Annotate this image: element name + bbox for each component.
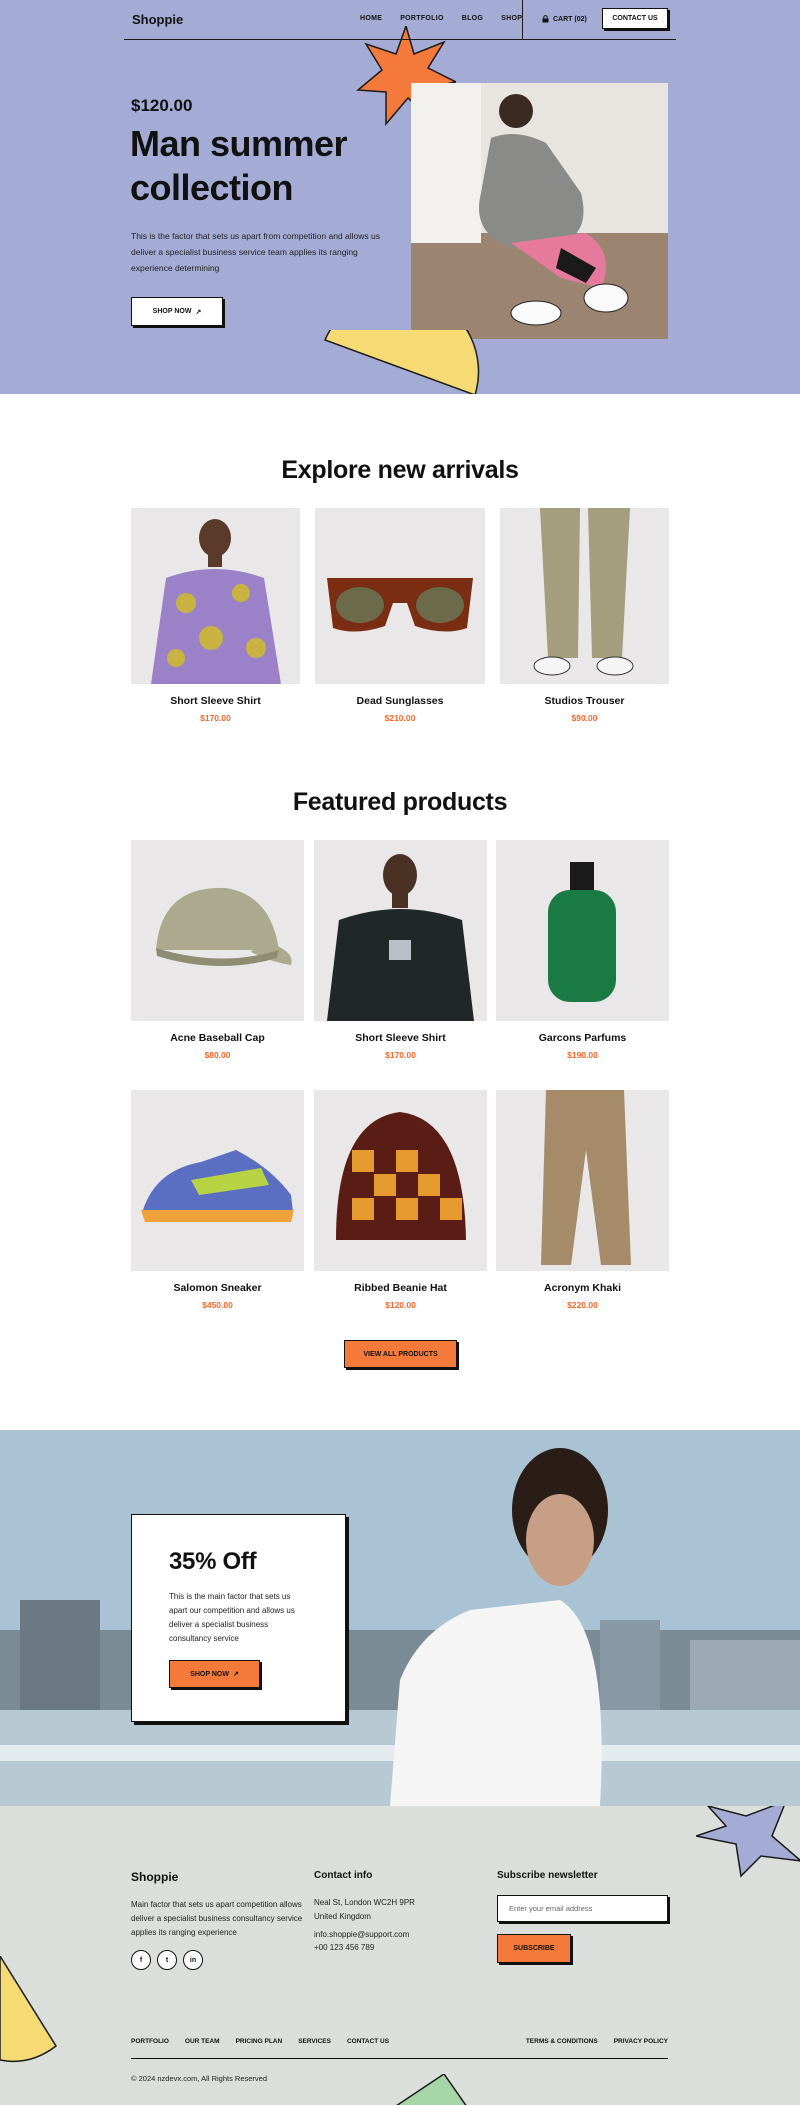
product-price: $220.00	[567, 1300, 598, 1310]
featured-image-sneaker[interactable]	[131, 1090, 304, 1271]
promo-title: 35% Off	[169, 1548, 257, 1575]
view-all-products-button[interactable]: VIEW ALL PRODUCTS	[344, 1340, 457, 1368]
cart-label: CART (02)	[553, 15, 587, 23]
footer-links: PORTFOLIO OUR TEAM PRICING PLAN SERVICES…	[131, 2038, 389, 2045]
arrival-name[interactable]: Short Sleeve Shirt	[131, 695, 300, 707]
linkedin-icon[interactable]: in	[183, 1950, 203, 1970]
newsletter-heading: Subscribe newsletter	[497, 1870, 598, 1881]
contact-us-button[interactable]: CONTACT US	[602, 8, 668, 29]
arrival-price: $210.00	[384, 713, 416, 723]
footer-divider	[131, 2058, 668, 2059]
contact-info-heading: Contact info	[314, 1870, 373, 1881]
arrival-image-shirt[interactable]	[131, 508, 300, 684]
product-name[interactable]: Acne Baseball Cap	[131, 1032, 304, 1044]
facebook-icon[interactable]: f	[131, 1950, 151, 1970]
featured-image-khaki[interactable]	[496, 1090, 669, 1271]
product-price: $120.00	[385, 1300, 416, 1310]
featured-image-perfume[interactable]	[496, 840, 669, 1021]
footer-link-contact[interactable]: CONTACT US	[347, 2038, 389, 2045]
footer-link-portfolio[interactable]: PORTFOLIO	[131, 2038, 169, 2045]
product-name[interactable]: Garcons Parfums	[496, 1032, 669, 1044]
footer-logo[interactable]: Shoppie	[131, 1870, 178, 1884]
site-footer: Shoppie Main factor that sets us apart c…	[0, 1806, 800, 2105]
footer-link-team[interactable]: OUR TEAM	[185, 2038, 220, 2045]
green-corner-decoration	[396, 2074, 467, 2105]
hero-model-image	[411, 83, 668, 339]
top-navigation: Shoppie HOME PORTFOLIO BLOG SHOP CART (0…	[124, 0, 676, 40]
twitter-icon[interactable]: t	[157, 1950, 177, 1970]
contact-phone[interactable]: +00 123 456 789	[314, 1941, 374, 1955]
hero-shop-now-button[interactable]: SHOP NOW ↗	[131, 297, 223, 326]
purple-star-decoration	[696, 1806, 800, 1878]
privacy-link[interactable]: PRIVACY POLICY	[614, 2038, 668, 2045]
product-price: $80.00	[204, 1050, 231, 1060]
arrival-price: $170.00	[200, 713, 231, 723]
featured-title: Featured products	[292, 788, 508, 816]
promo-background-image	[0, 1430, 800, 1806]
shop-now-label: SHOP NOW	[152, 308, 192, 315]
legal-links: TERMS & CONDITIONS PRIVACY POLICY	[526, 2038, 668, 2045]
arrival-image-trouser[interactable]	[500, 508, 669, 684]
nav-links: HOME PORTFOLIO BLOG SHOP	[360, 15, 522, 22]
featured-image-beanie[interactable]	[314, 1090, 487, 1271]
copyright-text: © 2024 nzdevx.com, All Rights Reserved	[131, 2074, 268, 2083]
contact-address: Neal St, London WC2H 9PR United Kingdom	[314, 1898, 415, 1921]
yellow-corner-decoration	[0, 1956, 57, 2063]
promo-card: 35% Off This is the main factor that set…	[131, 1514, 346, 1722]
product-name[interactable]: Ribbed Beanie Hat	[314, 1282, 487, 1294]
product-price: $450.00	[202, 1300, 233, 1310]
shop-now-label: SHOP NOW	[190, 1670, 229, 1678]
yellow-semicircle-decoration	[323, 330, 480, 394]
arrow-up-right-icon: ↗	[232, 1671, 239, 1678]
arrival-price: $90.00	[571, 713, 598, 723]
site-logo[interactable]: Shoppie	[132, 12, 183, 27]
nav-link-shop[interactable]: SHOP	[501, 15, 522, 22]
nav-link-home[interactable]: HOME	[360, 15, 382, 22]
footer-link-pricing[interactable]: PRICING PLAN	[236, 2038, 283, 2045]
hero-price: $120.00	[131, 96, 193, 115]
subscribe-button[interactable]: SUBSCRIBE	[497, 1934, 571, 1963]
terms-link[interactable]: TERMS & CONDITIONS	[526, 2038, 598, 2045]
promo-shop-now-button[interactable]: SHOP NOW ↗	[169, 1660, 260, 1688]
product-price: $190.00	[567, 1050, 598, 1060]
product-price: $170.00	[385, 1050, 416, 1060]
footer-description: Main factor that sets us apart competiti…	[131, 1900, 303, 1937]
hero-description: This is the factor that sets us apart fr…	[131, 231, 380, 273]
promo-banner: 35% Off This is the main factor that set…	[0, 1430, 800, 1806]
arrow-up-right-icon: ↗	[195, 308, 202, 316]
arrival-image-sunglasses[interactable]	[315, 508, 485, 684]
footer-link-services[interactable]: SERVICES	[298, 2038, 331, 2045]
newsletter-email-input[interactable]: Enter your email address	[497, 1895, 668, 1922]
featured-image-tshirt[interactable]	[314, 840, 487, 1021]
arrivals-title: Explore new arrivals	[281, 456, 519, 484]
lock-icon	[542, 15, 549, 23]
cart-link[interactable]: CART (02)	[542, 15, 587, 23]
featured-image-cap[interactable]	[131, 840, 304, 1021]
product-name[interactable]: Short Sleeve Shirt	[314, 1032, 487, 1044]
nav-link-blog[interactable]: BLOG	[462, 15, 483, 22]
product-name[interactable]: Salomon Sneaker	[131, 1282, 304, 1294]
arrival-name[interactable]: Dead Sunglasses	[315, 695, 485, 707]
product-name[interactable]: Acronym Khaki	[496, 1282, 669, 1294]
hero-section: Shoppie HOME PORTFOLIO BLOG SHOP CART (0…	[0, 0, 800, 394]
nav-link-portfolio[interactable]: PORTFOLIO	[400, 15, 444, 22]
arrival-name[interactable]: Studios Trouser	[500, 695, 669, 707]
hero-title: Man summer collection	[130, 123, 348, 208]
promo-description: This is the main factor that sets us apa…	[169, 1592, 295, 1643]
social-links: f t in	[131, 1950, 203, 1970]
contact-email[interactable]: info.shoppie@support.com	[314, 1928, 409, 1942]
nav-divider	[522, 0, 523, 40]
